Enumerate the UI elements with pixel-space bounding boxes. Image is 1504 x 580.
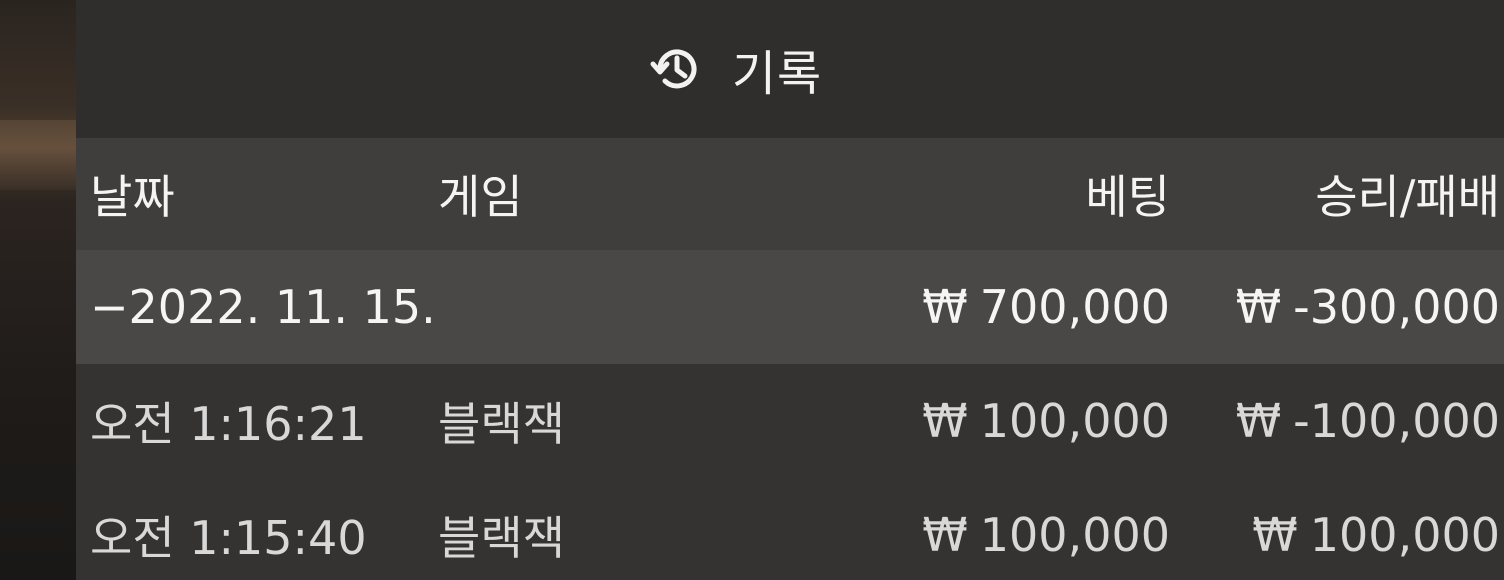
entry-game: 블랙잭 <box>438 511 565 565</box>
day-group-bet-value: 700,000 <box>979 280 1170 334</box>
page-title: 기록 <box>731 46 823 102</box>
entry-bet: ₩100,000 <box>800 508 1170 562</box>
day-group-win-loss: ₩ -300,000 <box>1170 280 1504 334</box>
table-row[interactable]: 오전 1:16:21 블랙잭 ₩100,000 ₩ -100,000 <box>76 364 1504 478</box>
entry-win-loss: ₩100,000 <box>1170 508 1504 562</box>
won-symbol: ₩ <box>1235 280 1282 334</box>
background-table-edge <box>0 120 76 190</box>
entry-game: 블랙잭 <box>438 397 565 451</box>
won-symbol: ₩ <box>922 280 968 334</box>
entry-win-loss-value: -100,000 <box>1293 394 1500 448</box>
day-group-bet: ₩700,000 <box>800 280 1170 334</box>
table-row[interactable]: 오전 1:15:40 블랙잭 ₩100,000 ₩100,000 <box>76 478 1504 580</box>
entry-time: 오전 1:16:21 <box>90 397 367 451</box>
column-header-win-loss: 승리/패배 <box>1315 170 1500 224</box>
won-symbol: ₩ <box>922 508 968 562</box>
won-symbol: ₩ <box>1235 394 1282 448</box>
entry-bet-value: 100,000 <box>979 508 1170 562</box>
column-header-bet: 베팅 <box>1085 170 1170 224</box>
entry-bet-value: 100,000 <box>979 394 1170 448</box>
day-group-win-loss-value: -300,000 <box>1293 280 1500 334</box>
entry-bet: ₩100,000 <box>800 394 1170 448</box>
day-group-date: −2022. 11. 15. <box>90 280 436 334</box>
column-header-game: 게임 <box>438 170 523 224</box>
entry-win-loss-value: 100,000 <box>1309 508 1500 562</box>
column-header-date: 날짜 <box>90 170 175 224</box>
background-game-scene <box>0 0 76 580</box>
won-symbol: ₩ <box>922 394 968 448</box>
won-symbol: ₩ <box>1252 508 1298 562</box>
day-group-row[interactable]: −2022. 11. 15. ₩700,000 ₩ -300,000 <box>76 250 1504 364</box>
entry-time: 오전 1:15:40 <box>90 511 367 565</box>
history-table-header: 날짜 게임 베팅 승리/패배 <box>76 138 1504 250</box>
history-header: 기록 <box>76 0 1504 138</box>
history-panel: 기록 날짜 게임 베팅 승리/패배 −2022. 11. 15. ₩700,00… <box>76 0 1504 580</box>
history-icon <box>650 42 704 96</box>
history-title-group: 기록 <box>650 34 822 104</box>
entry-win-loss: ₩ -100,000 <box>1170 394 1504 448</box>
